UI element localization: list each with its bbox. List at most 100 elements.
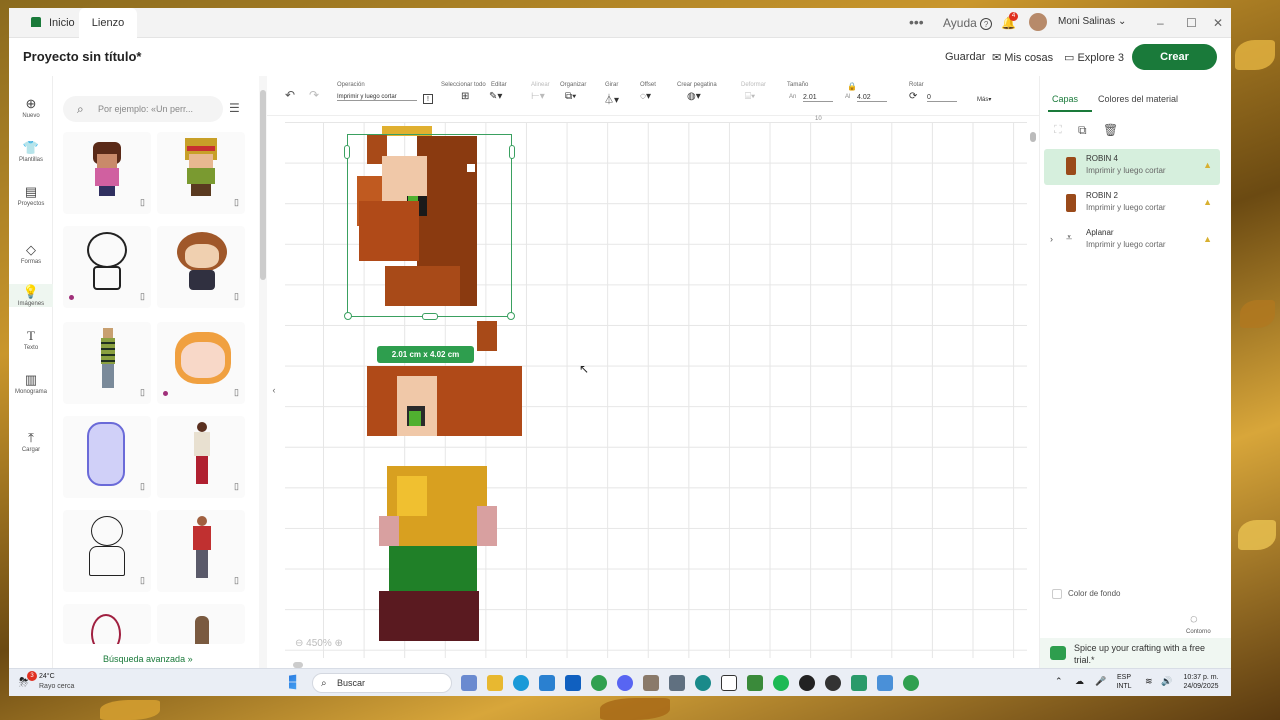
image-thumb[interactable]: ▯ [157,322,245,404]
chevron-up-icon[interactable]: ⌃ [1055,676,1063,687]
rail-text[interactable]: T Texto [9,328,53,351]
warp-icon[interactable]: ⌸▾ [745,91,755,102]
rail-shapes[interactable]: ◇ Formas [9,242,53,265]
tab-canvas[interactable]: Lienzo [79,8,137,38]
app-icon[interactable] [695,675,711,691]
bookmark-icon[interactable]: ▯ [140,387,145,398]
undo-icon[interactable]: ↶ [285,88,295,102]
chevron-right-icon[interactable]: › [1050,234,1053,244]
mic-icon[interactable]: 🎤 [1095,676,1106,687]
selection-box[interactable] [344,134,515,320]
notion-icon[interactable] [721,675,737,691]
rail-new[interactable]: ⊕ Nuevo [9,96,53,119]
calculator-icon[interactable] [669,675,685,691]
duplicate-icon[interactable]: ⧉ [1078,123,1087,138]
bookmark-icon[interactable]: ▯ [140,197,145,208]
layer-item[interactable]: ROBIN 4 Imprimir y luego cortar ▲ [1044,149,1220,185]
calendar-icon[interactable] [643,675,659,691]
cloud-icon[interactable]: ☁ [1075,676,1084,687]
file-explorer-icon[interactable] [487,675,503,691]
selection-handle[interactable] [509,145,515,159]
bg-color-checkbox[interactable] [1052,589,1062,599]
maximize-icon[interactable]: ☐ [1186,16,1197,30]
zoom-out-icon[interactable]: ⊖ [295,638,303,649]
select-all-icon[interactable]: ⊞ [461,91,469,102]
discord-icon[interactable] [617,675,633,691]
bookmark-icon[interactable]: ▯ [234,197,239,208]
offset-icon[interactable]: ◌▾ [640,91,651,102]
my-stuff-button[interactable]: ✉ Mis cosas [992,51,1053,64]
selection-handle[interactable] [507,312,515,320]
layer-item[interactable]: ROBIN 2 Imprimir y luego cortar ▲ [1044,186,1220,222]
edge-icon[interactable] [513,675,529,691]
arrange-icon[interactable]: ⧉▾ [565,91,576,102]
promo-banner[interactable]: Spice up your crafting with a free trial… [1040,638,1231,668]
rail-projects[interactable]: ▤ Proyectos [9,184,53,207]
clock[interactable]: 10:37 p. m. 24/09/2025 [1175,673,1227,691]
filter-icon[interactable]: ☰ [229,101,240,115]
save-button[interactable]: Guardar [945,51,985,63]
redo-icon[interactable]: ↷ [309,88,319,102]
panel-scrollbar[interactable] [259,76,267,668]
wifi-icon[interactable]: ≋ [1145,676,1153,687]
rail-monogram[interactable]: ▥ Monograma [9,372,53,395]
chrome-icon[interactable] [903,675,919,691]
minecraft-icon[interactable] [747,675,763,691]
windows-start-icon[interactable] [289,674,297,690]
image-search-input[interactable]: ⌕ Por ejemplo: «Un perr... [63,96,223,122]
layer-item[interactable]: › ⩡ Aplanar Imprimir y luego cortar ▲ [1044,223,1220,259]
selection-handle[interactable] [344,145,350,159]
bookmark-icon[interactable]: ▯ [234,481,239,492]
zoom-in-icon[interactable]: ⊕ [335,638,343,649]
image-thumb[interactable]: ▯ [63,226,151,308]
store-icon[interactable] [539,675,555,691]
selection-handle[interactable] [344,312,352,320]
bookmark-icon[interactable]: ▯ [234,575,239,586]
image-thumb[interactable]: ▯ [63,416,151,498]
tab-home[interactable]: Inicio [19,8,85,38]
task-view-icon[interactable] [461,675,477,691]
outlook-icon[interactable] [565,675,581,691]
close-icon[interactable]: ✕ [1213,16,1223,30]
create-button[interactable]: Crear [1132,44,1217,70]
image-thumb[interactable]: ▯ [157,132,245,214]
group-icon[interactable]: ⛶ [1054,124,1062,137]
size-lock-icon[interactable]: 🔒 [847,82,857,91]
advanced-search-link[interactable]: Búsqueda avanzada » [103,654,193,664]
image-thumb[interactable]: ▯ [63,322,151,404]
selection-handle[interactable] [422,313,438,320]
language-indicator[interactable]: ESP INTL [1109,673,1139,691]
machine-button[interactable]: ▭ Explore 3 [1064,51,1124,64]
bookmark-icon[interactable]: ▯ [140,481,145,492]
scroll-thumb[interactable] [1030,132,1036,142]
app-icon[interactable] [825,675,841,691]
rail-upload[interactable]: ⤒ Cargar [9,430,53,453]
image-thumb[interactable] [157,604,245,644]
align-icon[interactable]: ⊢▾ [531,91,545,102]
tab-layers[interactable]: Capas [1052,94,1078,104]
operation-select[interactable]: Imprimir y luego cortar [337,94,417,101]
obs-icon[interactable] [799,675,815,691]
canvas-scrollbar[interactable] [1029,126,1037,656]
scroll-thumb[interactable] [260,90,266,280]
taskbar-search[interactable]: ⌕ Buscar [312,673,452,693]
height-input[interactable]: 4.02 [857,94,887,102]
bookmark-icon[interactable]: ▯ [140,575,145,586]
minimize-icon[interactable]: – [1157,16,1164,30]
width-input[interactable]: 2.01 [803,94,833,102]
bookmark-icon[interactable]: ▯ [234,387,239,398]
flip-icon[interactable]: ⏃▾ [604,91,619,106]
rail-images[interactable]: 💡 Imágenes [9,284,53,307]
bell-icon[interactable]: 🔔 4 [1001,12,1018,30]
more-menu[interactable]: Más▾ [977,96,991,103]
snipping-icon[interactable] [877,675,893,691]
rotate-icon[interactable]: ⟳ [909,91,917,102]
user-menu[interactable]: Moni Salinas ⌄ [1058,16,1126,27]
rotate-input[interactable]: 0 [927,94,957,102]
sticker-icon[interactable]: ◍▾ [687,91,701,102]
avatar[interactable] [1029,13,1047,31]
chrome-icon[interactable] [591,675,607,691]
volume-icon[interactable]: 🔊 [1161,676,1172,687]
project-title[interactable]: Proyecto sin título* [23,49,141,64]
tab-material-colors[interactable]: Colores del material [1098,94,1178,104]
